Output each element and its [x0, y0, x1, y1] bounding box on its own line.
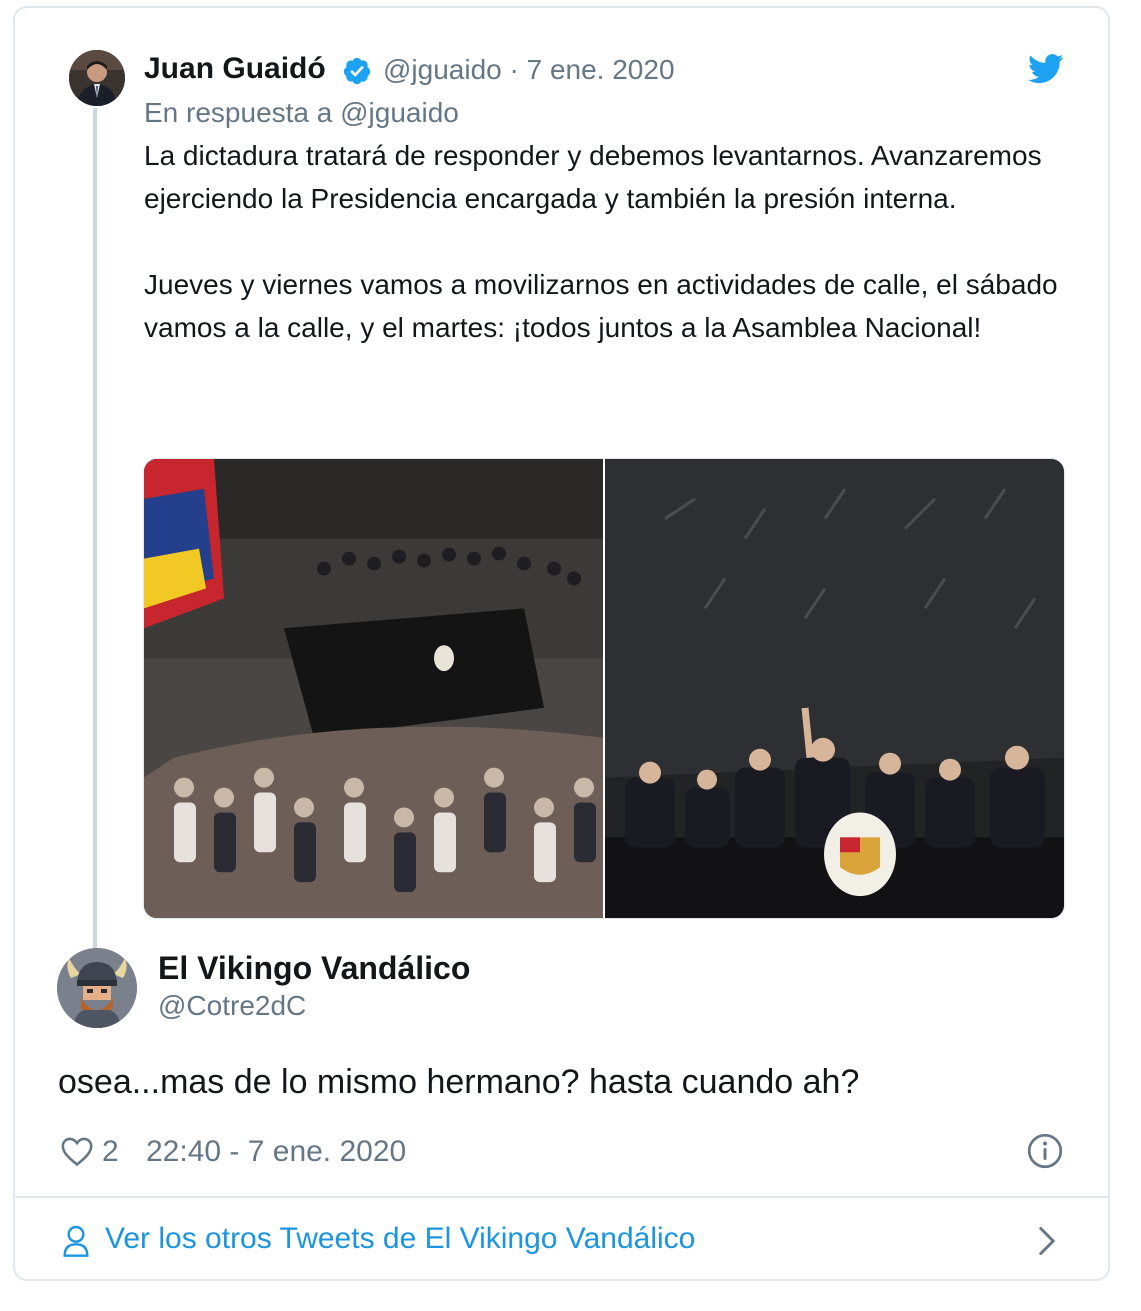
like-count[interactable]: 2 — [102, 1135, 119, 1169]
reply-author-handle[interactable]: @Cotre2dC — [158, 990, 306, 1022]
twitter-bird-icon[interactable] — [1028, 54, 1064, 84]
info-icon[interactable] — [1027, 1133, 1063, 1169]
original-tweet-text: La dictadura tratará de responder y debe… — [144, 140, 1058, 343]
chevron-right-icon[interactable] — [1036, 1226, 1058, 1256]
verified-icon — [343, 57, 371, 85]
assembly-stage-photo[interactable] — [605, 459, 1065, 918]
heart-icon[interactable] — [60, 1135, 94, 1167]
avatar-el-vikingo-vandalico[interactable] — [57, 948, 137, 1028]
reply-to-label: En respuesta a @jguaido — [144, 97, 459, 128]
author-handle-date[interactable]: @jguaido · 7 ene. 2020 — [383, 54, 675, 86]
reply-tweet-text: osea...mas de lo mismo hermano? hasta cu… — [58, 1063, 860, 1101]
tweet-timestamp[interactable]: 22:40 - 7 ene. 2020 — [146, 1135, 406, 1169]
thread-connector-line — [93, 108, 97, 948]
avatar-juan-guaido[interactable] — [69, 50, 125, 106]
tweet-media[interactable] — [143, 458, 1065, 919]
person-icon — [63, 1225, 89, 1257]
reply-author-name[interactable]: El Vikingo Vandálico — [158, 950, 470, 987]
assembly-crowd-photo[interactable] — [144, 459, 603, 918]
author-name[interactable]: Juan Guaidó — [144, 52, 326, 86]
more-tweets-link-label[interactable]: Ver los otros Tweets de El Vikingo Vandá… — [105, 1222, 695, 1256]
